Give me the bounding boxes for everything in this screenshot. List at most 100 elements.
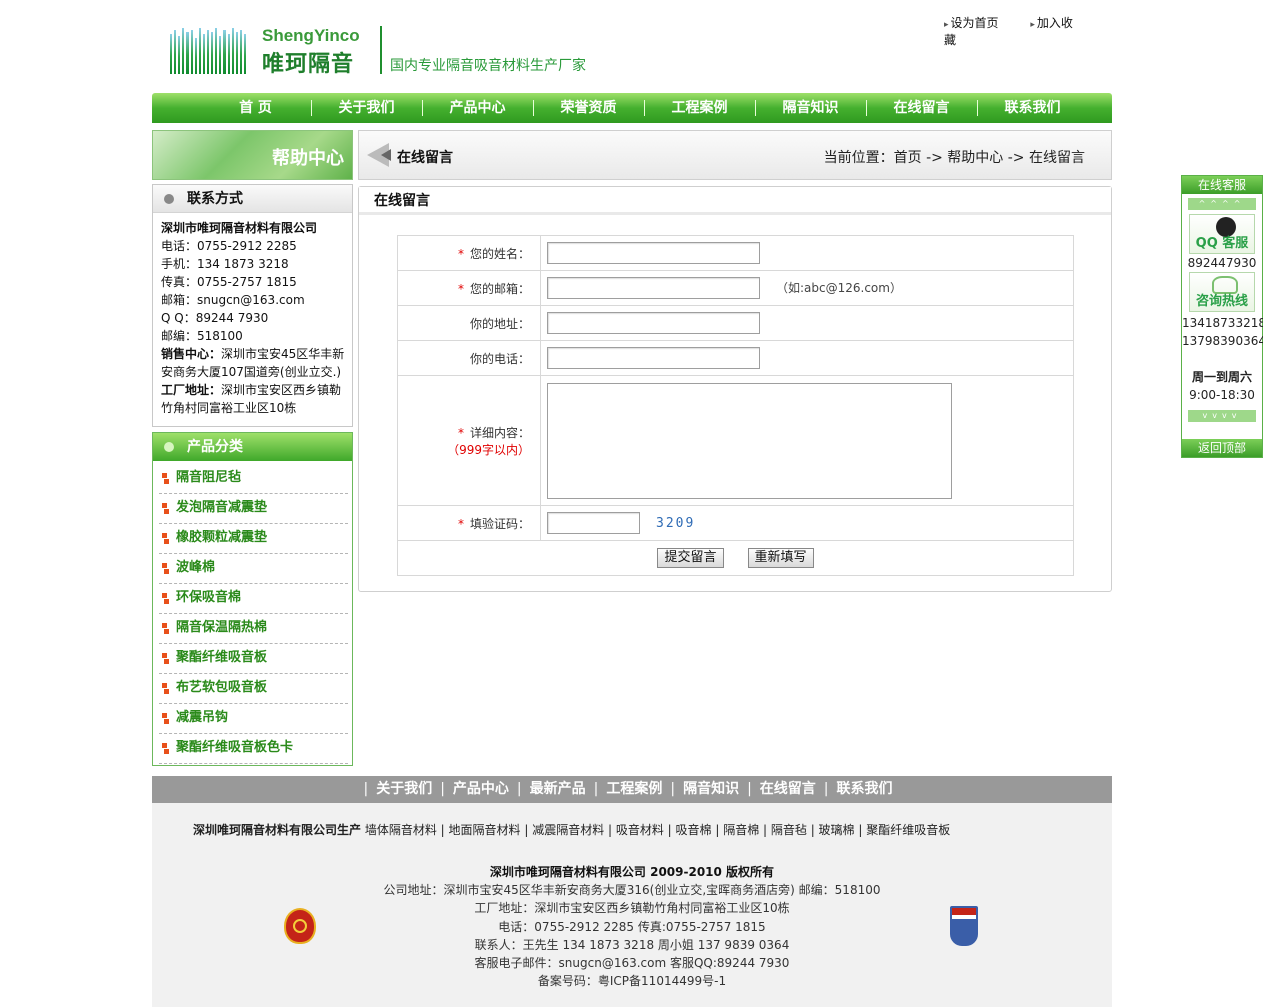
breadcrumb-bar: 在线留言 当前位置：首页 -> 帮助中心 -> 在线留言 — [358, 130, 1112, 180]
page-title: 在线留言 — [397, 150, 453, 166]
product-item[interactable]: 聚酯纤维吸音板 — [159, 644, 348, 674]
form-row-phone: 你的电话： — [397, 340, 1074, 376]
qq-service-label: QQ 客服 — [1195, 236, 1249, 251]
footer-nav-about[interactable]: 关于我们 — [376, 781, 432, 797]
contact-sales: 销售中心：深圳市宝安45区华丰新安商务大厦107国道旁(创业立交.) — [161, 345, 348, 381]
form-row-buttons: 提交留言 重新填写 — [397, 540, 1074, 576]
online-service-title: 在线客服 — [1182, 176, 1262, 194]
footer-nav-contact[interactable]: 联系我们 — [837, 781, 893, 797]
top-links: 设为首页 加入收藏 — [944, 14, 1112, 48]
contact-qq: Q Q：89244 7930 — [161, 311, 269, 325]
contact-fax: 传真：0755-2757 1815 — [161, 275, 297, 289]
content-textarea[interactable] — [547, 382, 952, 499]
page: ShengYinco 唯珂隔音 国内专业隔音吸音材料生产厂家 设为首页 加入收藏… — [152, 0, 1112, 1008]
nav-home[interactable]: 首 页 — [200, 93, 311, 123]
content-label: 详细内容： — [469, 425, 530, 440]
service-days: 周一到周六 — [1191, 370, 1252, 384]
required-mark: * — [457, 281, 464, 296]
sales-label: 销售中心： — [161, 347, 222, 361]
brand-name-en: ShengYinco — [262, 26, 360, 45]
required-mark: * — [457, 246, 464, 261]
nav-cases[interactable]: 工程案例 — [644, 93, 755, 123]
contact-mobile: 手机：134 1873 3218 — [161, 257, 289, 271]
captcha-image[interactable]: 3209 — [656, 516, 695, 531]
chevron-down-icon: vvvv — [1188, 410, 1256, 422]
product-item[interactable]: 布艺软包吸音板 — [159, 674, 348, 704]
logo[interactable]: ShengYinco 唯珂隔音 国内专业隔音吸音材料生产厂家 — [170, 26, 650, 78]
reset-button[interactable]: 重新填写 — [747, 548, 814, 568]
contact-postcode: 邮编：518100 — [161, 329, 243, 343]
nav-honors[interactable]: 荣誉资质 — [533, 93, 644, 123]
footer-icp[interactable]: 备案号码：粤ICP备11014499号-1 — [152, 972, 1112, 990]
footer-copyright: 深圳市唯珂隔音材料有限公司 2009-2010 版权所有 — [489, 865, 775, 879]
set-homepage-link[interactable]: 设为首页 — [944, 16, 999, 30]
footer-links: 深圳唯珂隔音材料有限公司生产 墙体隔音材料 | 地面隔音材料 | 减震隔音材料 … — [193, 821, 950, 838]
footer-links-list[interactable]: 墙体隔音材料 | 地面隔音材料 | 减震隔音材料 | 吸音材料 | 吸音棉 | … — [365, 823, 950, 837]
footer: 深圳唯珂隔音材料有限公司生产 墙体隔音材料 | 地面隔音材料 | 减震隔音材料 … — [152, 803, 1112, 1007]
contact-email: 邮箱：snugcn@163.com — [161, 293, 305, 307]
submit-button[interactable]: 提交留言 — [657, 548, 724, 568]
email-input[interactable] — [547, 277, 760, 299]
product-item[interactable]: 波峰棉 — [159, 554, 348, 584]
logo-divider — [380, 26, 382, 74]
brand-slogan: 国内专业隔音吸音材料生产厂家 — [390, 58, 586, 74]
name-input[interactable] — [547, 242, 760, 264]
footer-nav-new[interactable]: 最新产品 — [530, 781, 586, 797]
online-service-float: 在线客服 ^^^^ QQ 客服 892447930 咨询热线 134187332… — [1181, 175, 1263, 458]
product-item[interactable]: 减震吊钩 — [159, 704, 348, 734]
product-item[interactable]: 隔音保温隔热棉 — [159, 614, 348, 644]
help-center-banner: 帮助中心 — [152, 130, 353, 180]
hotline-label: 咨询热线 — [1195, 294, 1248, 309]
qq-service-button[interactable]: QQ 客服 — [1189, 214, 1255, 254]
nav-message[interactable]: 在线留言 — [866, 93, 977, 123]
captcha-label: 填验证码： — [469, 516, 530, 531]
required-mark: * — [457, 516, 464, 531]
breadcrumb[interactable]: 当前位置：首页 -> 帮助中心 -> 在线留言 — [824, 147, 1085, 167]
trust-shield-icon[interactable] — [950, 906, 978, 946]
content-limit: （999字以内） — [447, 442, 530, 457]
phone-label: 你的电话： — [397, 340, 541, 376]
form-row-captcha: * 填验证码： 3209 — [397, 505, 1074, 541]
form-row-email: * 您的邮箱： （如:abc@126.com） — [397, 270, 1074, 306]
product-item[interactable]: 聚酯纤维吸音板色卡 — [159, 734, 348, 764]
back-to-top-button[interactable]: 返回顶部 — [1182, 439, 1262, 457]
contact-box: 联系方式 深圳市唯珂隔音材料有限公司 电话：0755-2912 2285 手机：… — [152, 184, 353, 427]
hotline-button[interactable]: 咨询热线 — [1189, 272, 1255, 312]
footer-nav-message[interactable]: 在线留言 — [760, 781, 816, 797]
footer-email: 客服电子邮件：snugcn@163.com 客服QQ:89244 7930 — [474, 956, 790, 971]
logo-bars-icon — [170, 28, 247, 74]
email-hint: （如:abc@126.com） — [776, 280, 902, 295]
captcha-input[interactable] — [547, 512, 640, 534]
form-row-address: 你的地址： — [397, 305, 1074, 341]
footer-nav: | 关于我们 | 产品中心 | 最新产品 | 工程案例 | 隔音知识 | 在线留言 | 联系我们 — [152, 776, 1112, 803]
nav-about[interactable]: 关于我们 — [311, 93, 422, 123]
address-label: 你的地址： — [397, 305, 541, 341]
footer-nav-products[interactable]: 产品中心 — [453, 781, 509, 797]
name-label: 您的姓名： — [469, 246, 530, 261]
nav-knowledge[interactable]: 隔音知识 — [755, 93, 866, 123]
email-label: 您的邮箱： — [469, 281, 530, 296]
footer-nav-knowledge[interactable]: 隔音知识 — [683, 781, 739, 797]
service-hours: 9:00-18:30 — [1189, 388, 1255, 402]
contact-company: 深圳市唯珂隔音材料有限公司 — [161, 221, 318, 235]
footer-company-address: 公司地址：深圳市宝安45区华丰新安商务大厦316(创业立交,宝晖商务酒店旁) 邮… — [383, 883, 881, 898]
factory-label: 工厂地址： — [161, 383, 222, 397]
product-item[interactable]: 发泡隔音减震垫 — [159, 494, 348, 524]
product-item[interactable]: 隔音阻尼毡 — [159, 464, 348, 494]
product-category-title: 产品分类 — [153, 433, 352, 461]
product-item[interactable]: 环保吸音棉 — [159, 584, 348, 614]
product-item[interactable]: 橡胶颗粒减震垫 — [159, 524, 348, 554]
hotline-phone-2: 13798390364 — [1182, 334, 1263, 348]
phone-input[interactable] — [547, 347, 760, 369]
form-title: 在线留言 — [359, 187, 1111, 215]
nav-contact[interactable]: 联系我们 — [977, 93, 1088, 123]
product-list: 隔音阻尼毡 发泡隔音减震垫 橡胶颗粒减震垫 波峰棉 环保吸音棉 隔音保温隔热棉 … — [153, 461, 352, 764]
address-input[interactable] — [547, 312, 760, 334]
nav-products[interactable]: 产品中心 — [422, 93, 533, 123]
footer-nav-cases[interactable]: 工程案例 — [606, 781, 662, 797]
form-row-name: * 您的姓名： — [397, 235, 1074, 271]
required-mark: * — [457, 425, 464, 440]
form-row-content: * 详细内容： （999字以内） — [397, 375, 1074, 506]
brand-name-cn: 唯珂隔音 — [262, 52, 355, 77]
contact-phone: 电话：0755-2912 2285 — [161, 239, 297, 253]
